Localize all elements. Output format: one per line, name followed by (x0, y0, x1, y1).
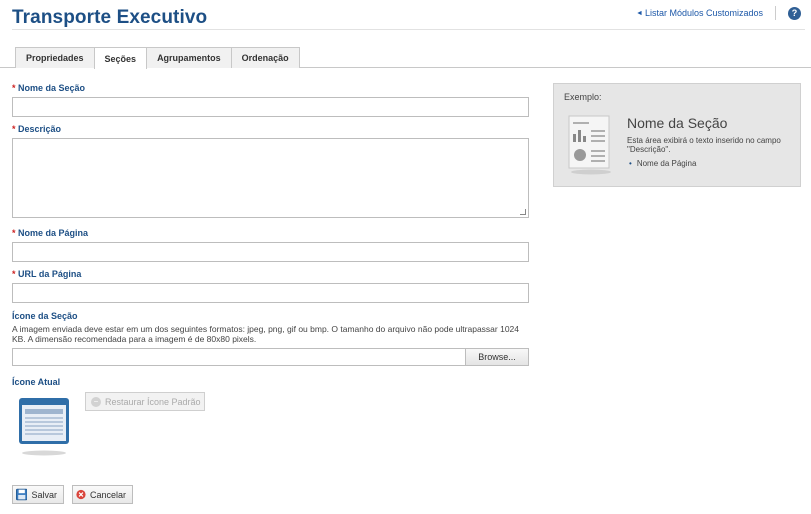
section-name-input[interactable] (12, 97, 529, 117)
page-name-input[interactable] (12, 242, 529, 262)
document-chart-icon (568, 115, 611, 175)
restore-icon: − (91, 396, 101, 407)
example-label: Exemplo: (564, 92, 602, 102)
cancel-button[interactable]: Cancelar (72, 485, 133, 504)
section-icon-label: Ícone da Seção (12, 311, 78, 321)
arrow-left-icon: ◄ (636, 9, 643, 17)
tab-ordering[interactable]: Ordenação (230, 47, 300, 68)
page-url-label: * URL da Página (12, 269, 82, 279)
browse-button[interactable]: Browse... (465, 348, 529, 366)
page-title: Transporte Executivo (12, 7, 208, 28)
tab-groupings[interactable]: Agrupamentos (146, 47, 232, 68)
required-marker: * (12, 269, 16, 279)
restore-default-icon-label: Restaurar Ícone Padrão (105, 396, 201, 407)
section-icon-help: A imagem enviada deve estar em um dos se… (12, 324, 519, 344)
example-title: Nome da Seção (627, 115, 728, 131)
description-textarea[interactable] (12, 138, 529, 218)
list-custom-modules-label: Listar Módulos Customizados (644, 8, 763, 18)
top-links: ◄ Listar Módulos Customizados ? (636, 6, 801, 20)
current-icon-label: Ícone Atual (12, 377, 61, 387)
help-icon[interactable]: ? (788, 6, 801, 20)
section-default-icon (19, 398, 69, 456)
description-label: * Descrição (12, 124, 62, 134)
example-panel: Exemplo: Nome da Seção Esta área exibirá… (553, 83, 801, 187)
page-name-label: * Nome da Página (12, 228, 89, 238)
tab-properties[interactable]: Propriedades (15, 47, 95, 68)
top-links-divider (775, 6, 776, 20)
title-divider (12, 29, 805, 30)
list-custom-modules-link[interactable]: ◄ Listar Módulos Customizados (636, 8, 763, 18)
cancel-icon (76, 489, 86, 500)
example-bullet-item: • Nome da Página (629, 159, 696, 168)
file-path-input[interactable] (12, 348, 467, 366)
required-marker: * (12, 83, 16, 93)
cancel-label: Cancelar (89, 489, 126, 500)
bullet-icon: • (629, 159, 632, 168)
required-marker: * (12, 124, 16, 134)
resize-grip-icon[interactable] (520, 209, 526, 215)
section-name-label: * Nome da Seção (12, 83, 86, 93)
page-url-input[interactable] (12, 283, 529, 303)
tab-sections[interactable]: Seções (93, 47, 148, 69)
required-marker: * (12, 228, 16, 238)
restore-default-icon-button[interactable]: − Restaurar Ícone Padrão (85, 392, 205, 411)
save-label: Salvar (31, 489, 57, 500)
example-description: Esta área exibirá o texto inserido no ca… (627, 136, 781, 154)
floppy-disk-icon (16, 488, 28, 501)
save-button[interactable]: Salvar (12, 485, 64, 504)
example-bullet-label: Nome da Página (636, 159, 697, 168)
tab-bar: Propriedades Seções Agrupamentos Ordenaç… (15, 47, 300, 69)
